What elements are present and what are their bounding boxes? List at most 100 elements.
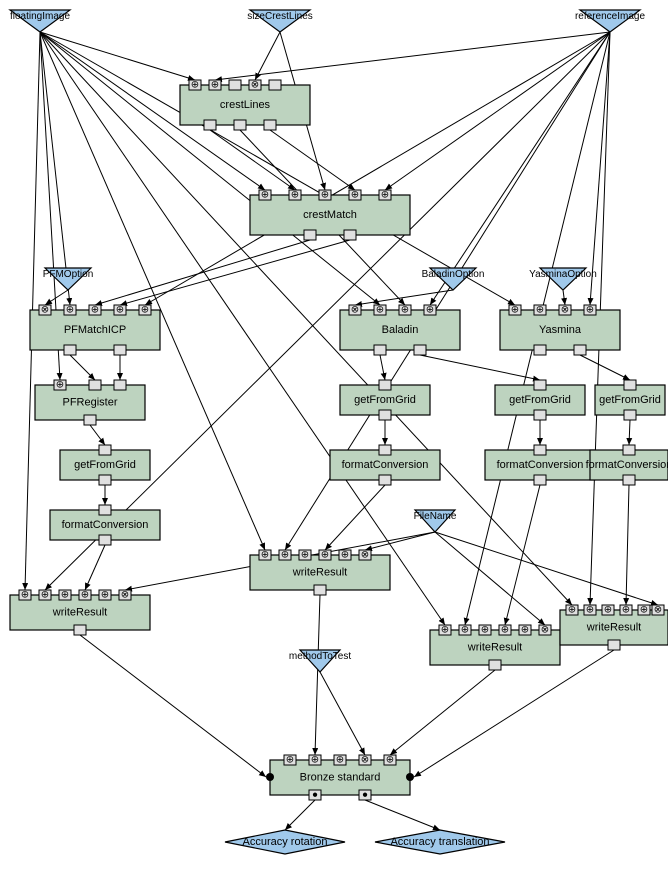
- port: [229, 80, 241, 90]
- process-formatConv3: formatConversion: [485, 445, 595, 485]
- port: [64, 345, 76, 355]
- process-getFromGrid4: getFromGrid: [595, 380, 665, 420]
- port-glyph: ⊕: [461, 625, 469, 636]
- port-glyph: ⊕: [351, 190, 359, 201]
- edge: [355, 290, 453, 305]
- port-glyph: ⊕: [426, 305, 434, 316]
- port: [204, 120, 216, 130]
- port: [534, 345, 546, 355]
- port: [534, 380, 546, 390]
- edge: [414, 650, 614, 777]
- edge: [505, 485, 540, 625]
- port: [534, 445, 546, 455]
- process-crestMatch: crestMatch⊕⊕⊕⊕⊕: [250, 190, 410, 241]
- port: [99, 535, 111, 545]
- process-label: writeResult: [467, 642, 522, 654]
- process-label: PFRegister: [62, 397, 117, 409]
- port: [114, 380, 126, 390]
- process-writeResult1: writeResult⊕⊕⊕⊕⊕⊗: [10, 590, 150, 636]
- port-glyph: ⊕: [481, 625, 489, 636]
- port-glyph: ⊗: [351, 305, 359, 316]
- process-writeResult3: writeResult⊕⊕⊕⊕⊕⊗: [430, 625, 560, 671]
- port-glyph: ⊕: [141, 305, 149, 316]
- port: [234, 120, 246, 130]
- process-label: writeResult: [52, 607, 107, 619]
- process-label: writeResult: [586, 622, 641, 634]
- port: [89, 380, 101, 390]
- port: [489, 660, 501, 670]
- process-getFromGrid2: getFromGrid: [340, 380, 430, 420]
- process-label: formatConversion: [342, 459, 429, 471]
- input-label: FileName: [414, 511, 457, 522]
- process-formatConv2: formatConversion: [330, 445, 440, 485]
- port-glyph: ⊕: [66, 305, 74, 316]
- edge: [85, 545, 105, 590]
- input-referenceImage: referenceImage: [575, 10, 645, 32]
- port-glyph: ⊕: [311, 755, 319, 766]
- port: [624, 380, 636, 390]
- port-glyph: ⊕: [261, 190, 269, 201]
- process-label: Yasmina: [539, 324, 582, 336]
- port-glyph: ⊕: [586, 305, 594, 316]
- port-glyph: ⊕: [511, 305, 519, 316]
- port-glyph: ⊕: [211, 80, 219, 91]
- port-glyph: ⊕: [401, 305, 409, 316]
- edge: [215, 32, 610, 80]
- port-glyph: ⊕: [116, 305, 124, 316]
- edge: [70, 355, 95, 380]
- port: [374, 345, 386, 355]
- port: [84, 415, 96, 425]
- process-label: getFromGrid: [509, 394, 571, 406]
- port-glyph: ⊗: [561, 305, 569, 316]
- port-glyph: ⊕: [521, 625, 529, 636]
- process-label: writeResult: [292, 567, 347, 579]
- port-glyph: ⊕: [386, 755, 394, 766]
- input-label: methodToTest: [289, 651, 351, 662]
- process-label: getFromGrid: [354, 394, 416, 406]
- edge: [315, 595, 320, 755]
- output-accuracyTranslation: Accuracy translation: [375, 830, 505, 854]
- workflow-diagram: floatingImagesizeCrestLinesreferenceImag…: [0, 0, 668, 883]
- port-glyph: ⊕: [56, 380, 64, 391]
- input-YasminaOption: YasminaOption: [529, 268, 597, 290]
- side-port: [266, 773, 274, 781]
- port: [264, 120, 276, 130]
- input-label: floatingImage: [10, 11, 70, 22]
- output-accuracyRotation: Accuracy rotation: [225, 830, 345, 854]
- port-glyph: ⊕: [568, 605, 576, 616]
- port-glyph: ⊕: [381, 190, 389, 201]
- process-label: Baladin: [382, 324, 419, 336]
- edge: [626, 485, 629, 605]
- process-writeResult4: writeResult⊕⊕⊕⊕⊕⊗: [560, 605, 668, 651]
- port: [624, 410, 636, 420]
- port-glyph: ⊕: [341, 550, 349, 561]
- port-glyph: ⊕: [301, 550, 309, 561]
- process-Yasmina: Yasmina ⊕ ⊕ ⊗ ⊕: [500, 305, 620, 356]
- edge: [430, 32, 610, 305]
- port-glyph: ⊕: [281, 550, 289, 561]
- input-floatingImage: floatingImage: [10, 10, 70, 32]
- port-glyph: ●: [362, 790, 368, 801]
- edge: [629, 420, 630, 445]
- input-label: referenceImage: [575, 11, 645, 22]
- input-BaladinOption: BaladinOption: [422, 268, 485, 290]
- process-label: getFromGrid: [74, 459, 136, 471]
- port: [99, 445, 111, 455]
- port: [574, 345, 586, 355]
- port-glyph: ⊕: [21, 590, 29, 601]
- process-writeResult2: writeResult⊕⊕⊕⊕⊕⊗: [250, 550, 390, 596]
- port: [534, 475, 546, 485]
- edge: [390, 670, 495, 755]
- port-glyph: ⊕: [321, 190, 329, 201]
- port: [623, 445, 635, 455]
- port-glyph: ⊕: [536, 305, 544, 316]
- edge: [80, 635, 266, 777]
- process-formatConv1: formatConversion: [50, 505, 160, 545]
- port-glyph: ⊕: [41, 590, 49, 601]
- edge: [320, 672, 365, 755]
- port-glyph: ⊕: [286, 755, 294, 766]
- port: [304, 230, 316, 240]
- edge: [45, 290, 68, 305]
- process-label: Bronze standard: [300, 772, 381, 784]
- port: [379, 475, 391, 485]
